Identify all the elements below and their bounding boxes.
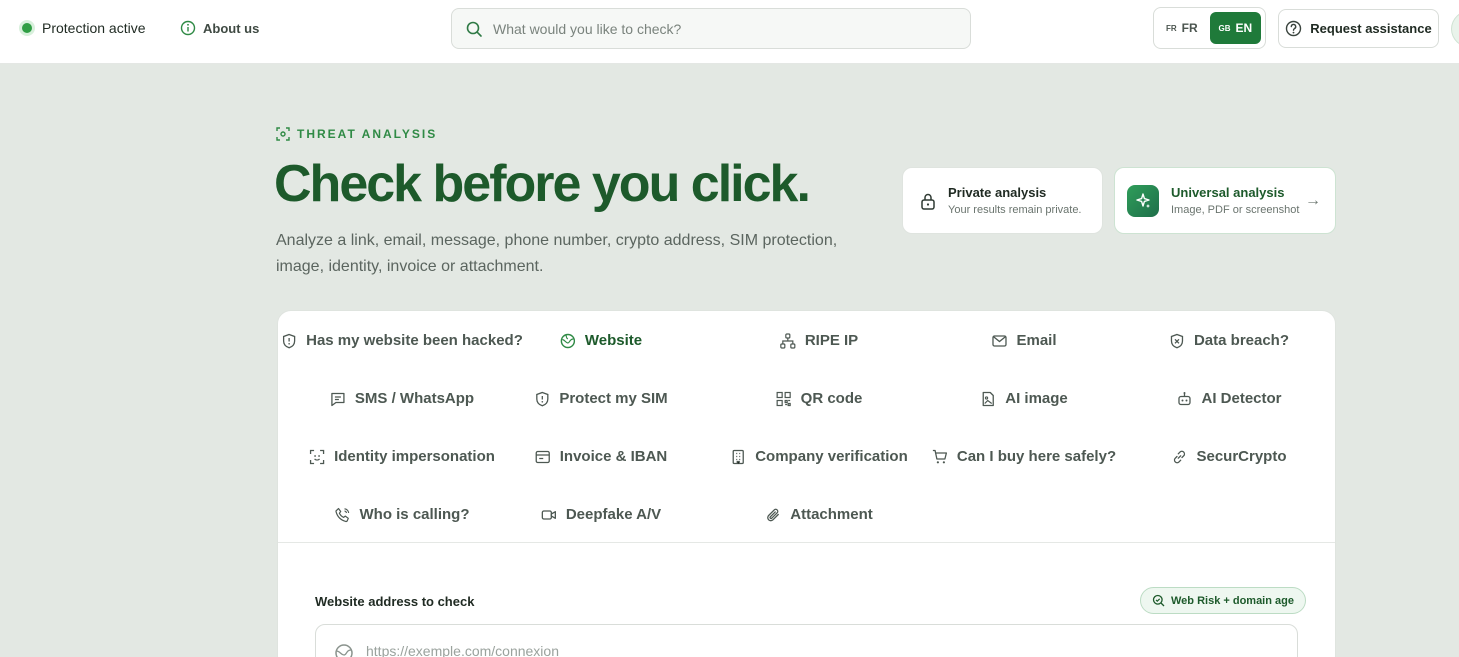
- tool-label: Website: [584, 332, 643, 349]
- paperclip-icon: [767, 508, 779, 521]
- universal-analysis-title: Universal analysis: [1171, 185, 1285, 200]
- account-avatar[interactable]: [1451, 10, 1459, 48]
- image-file-icon: [982, 391, 994, 406]
- search-box[interactable]: [451, 8, 971, 49]
- about-us-label: About us: [203, 20, 260, 36]
- tool-label: Identity impersonation: [334, 448, 495, 465]
- tool-qr-code[interactable]: QR code: [776, 390, 863, 407]
- web-risk-badge: Web Risk + domain age: [1140, 587, 1306, 614]
- lock-icon: [921, 193, 935, 210]
- building-icon: [732, 449, 744, 464]
- scan-icon: [276, 127, 290, 141]
- private-analysis-subtitle: Your results remain private.: [948, 204, 1082, 216]
- qr-icon: [776, 391, 791, 406]
- tool-deepfake-a-v[interactable]: Deepfake A/V: [541, 506, 661, 523]
- tool-email[interactable]: Email: [991, 332, 1057, 349]
- cart-icon: [932, 449, 948, 463]
- tool-label: Can I buy here safely?: [956, 448, 1117, 465]
- lang-fr-label: FR: [1181, 21, 1198, 35]
- shield-icon: [536, 391, 549, 406]
- kicker-label: THREAT ANALYSIS: [297, 127, 438, 141]
- robot-icon: [1178, 391, 1191, 405]
- web-risk-badge-label: Web Risk + domain age: [1171, 594, 1294, 607]
- status-dot-icon: [22, 23, 32, 33]
- tool-data-breach[interactable]: Data breach?: [1169, 332, 1289, 349]
- universal-analysis-subtitle: Image, PDF or screenshot: [1171, 204, 1300, 216]
- tool-label: Has my website been hacked?: [306, 332, 523, 349]
- flag-gb-icon: GB: [1218, 23, 1231, 33]
- tool-protect-my-sim[interactable]: Protect my SIM: [534, 390, 668, 407]
- language-switcher: FR FR GB EN: [1153, 7, 1266, 49]
- tool-website[interactable]: Website: [560, 332, 642, 349]
- invoice-icon: [535, 450, 550, 463]
- website-url-field[interactable]: [315, 624, 1298, 657]
- tool-company-verification[interactable]: Company verification: [730, 448, 908, 465]
- tool-label: Attachment: [790, 506, 873, 523]
- sparkles-icon: [1127, 184, 1159, 217]
- tool-ai-detector[interactable]: AI Detector: [1176, 390, 1282, 407]
- page-title: Check before you click.: [274, 155, 811, 213]
- tool-label: SMS / WhatsApp: [354, 390, 475, 407]
- tool-has-my-website-been-hacked[interactable]: Has my website been hacked?: [281, 332, 523, 349]
- private-analysis-title: Private analysis: [948, 185, 1047, 200]
- universal-analysis-card[interactable]: Universal analysis Image, PDF or screens…: [1114, 167, 1336, 234]
- tool-label: Company verification: [755, 448, 908, 465]
- scan-face-icon: [309, 449, 325, 464]
- website-url-input[interactable]: [366, 643, 1266, 657]
- globe-icon: [560, 333, 576, 348]
- tool-invoice-iban[interactable]: Invoice & IBAN: [535, 448, 668, 465]
- link-icon: [1173, 450, 1186, 463]
- tool-who-is-calling[interactable]: Who is calling?: [334, 506, 470, 523]
- tool-label: RIPE IP: [804, 332, 859, 349]
- mail-icon: [992, 334, 1007, 347]
- help-circle-icon: [1286, 20, 1302, 37]
- tool-securcrypto[interactable]: SecurCrypto: [1171, 448, 1287, 465]
- tool-attachment[interactable]: Attachment: [765, 506, 873, 523]
- tool-label: AI image: [1005, 390, 1068, 407]
- tool-ai-image[interactable]: AI image: [980, 390, 1068, 407]
- request-assistance-button[interactable]: Request assistance: [1278, 9, 1439, 48]
- lang-en-label: EN: [1235, 21, 1253, 35]
- flag-fr-icon: FR: [1166, 23, 1177, 33]
- tool-label: Who is calling?: [359, 506, 470, 523]
- section-kicker: THREAT ANALYSIS: [276, 127, 437, 141]
- search-check-icon: [1152, 594, 1165, 607]
- shield-icon: [282, 333, 296, 348]
- video-icon: [541, 509, 556, 520]
- status-label: Protection active: [42, 20, 146, 36]
- arrow-right-icon: →: [1305, 192, 1321, 209]
- tool-label: Data breach?: [1193, 332, 1290, 349]
- tool-label: SecurCrypto: [1196, 448, 1287, 465]
- tool-ripe-ip[interactable]: RIPE IP: [780, 332, 858, 349]
- tool-label: Deepfake A/V: [565, 506, 662, 523]
- top-bar: Protection active About us FR FR GB EN R…: [0, 0, 1459, 64]
- tool-can-i-buy-here-safely[interactable]: Can I buy here safely?: [932, 448, 1116, 465]
- tool-identity-impersonation[interactable]: Identity impersonation: [309, 448, 495, 465]
- request-assistance-label: Request assistance: [1310, 21, 1432, 36]
- analysis-panel: Has my website been hacked? Website RIPE I…: [277, 310, 1336, 657]
- phone-icon: [335, 507, 350, 522]
- info-icon: [180, 20, 196, 36]
- tool-label: AI Detector: [1201, 390, 1282, 407]
- about-us-link[interactable]: About us: [180, 20, 259, 36]
- network-icon: [780, 332, 796, 349]
- search-icon: [466, 21, 482, 37]
- tool-sms-whatsapp[interactable]: SMS / WhatsApp: [330, 390, 474, 407]
- tool-label: QR code: [800, 390, 863, 407]
- panel-divider: [278, 542, 1335, 543]
- message-icon: [331, 392, 345, 406]
- tool-label: Protect my SIM: [559, 390, 668, 407]
- website-field-label: Website address to check: [315, 594, 475, 609]
- page-subtitle: Analyze a link, email, message, phone nu…: [276, 232, 838, 275]
- tool-label: Invoice & IBAN: [559, 448, 668, 465]
- shield-x-icon: [1170, 333, 1184, 348]
- search-input[interactable]: [493, 20, 953, 37]
- tool-label: Email: [1016, 332, 1057, 349]
- lang-en-button[interactable]: GB EN: [1209, 12, 1261, 44]
- private-analysis-card: Private analysis Your results remain pri…: [902, 167, 1103, 234]
- globe-icon: [335, 644, 353, 657]
- lang-fr-button[interactable]: FR FR: [1158, 12, 1206, 44]
- protection-status: Protection active: [22, 20, 146, 36]
